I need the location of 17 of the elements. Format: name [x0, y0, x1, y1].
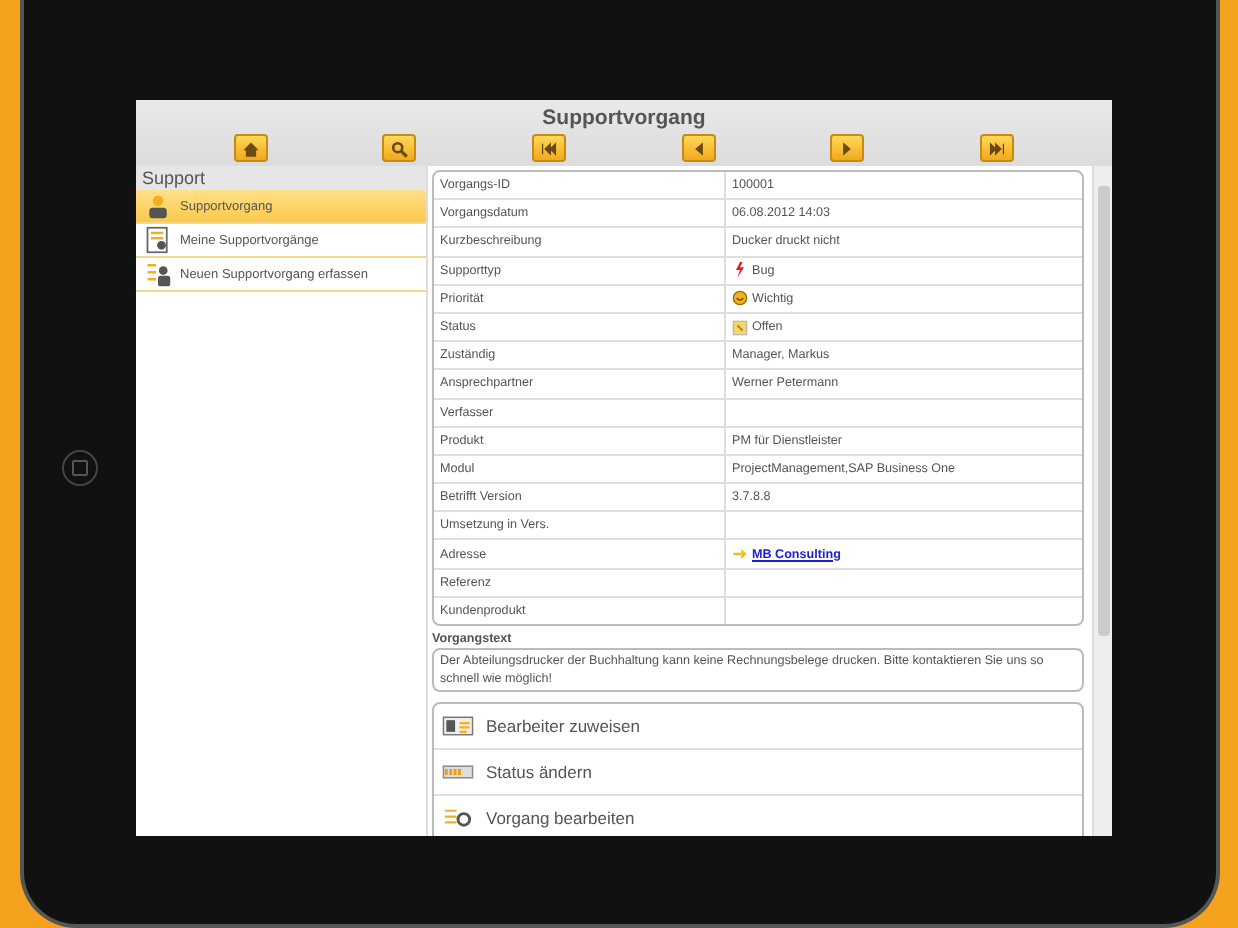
action-item[interactable]: Status ändern [434, 750, 1082, 797]
sidebar-title: Support [142, 168, 206, 188]
first-page-icon [540, 139, 559, 157]
home-icon [241, 139, 260, 157]
search-icon [390, 139, 409, 157]
prev-button[interactable] [681, 134, 716, 162]
first-button[interactable] [532, 134, 567, 162]
page-title: Supportvorgang [542, 106, 706, 130]
last-button[interactable] [980, 134, 1015, 162]
scrollbar[interactable] [1092, 166, 1112, 836]
action-item[interactable]: Vorgang bearbeiten [434, 796, 1082, 836]
search-button[interactable] [382, 134, 417, 162]
next-button[interactable] [830, 134, 865, 162]
home-button[interactable] [62, 450, 98, 486]
last-page-icon [988, 139, 1007, 157]
action-item[interactable]: Bearbeiter zuweisen [434, 704, 1082, 751]
home-button[interactable] [233, 134, 268, 162]
